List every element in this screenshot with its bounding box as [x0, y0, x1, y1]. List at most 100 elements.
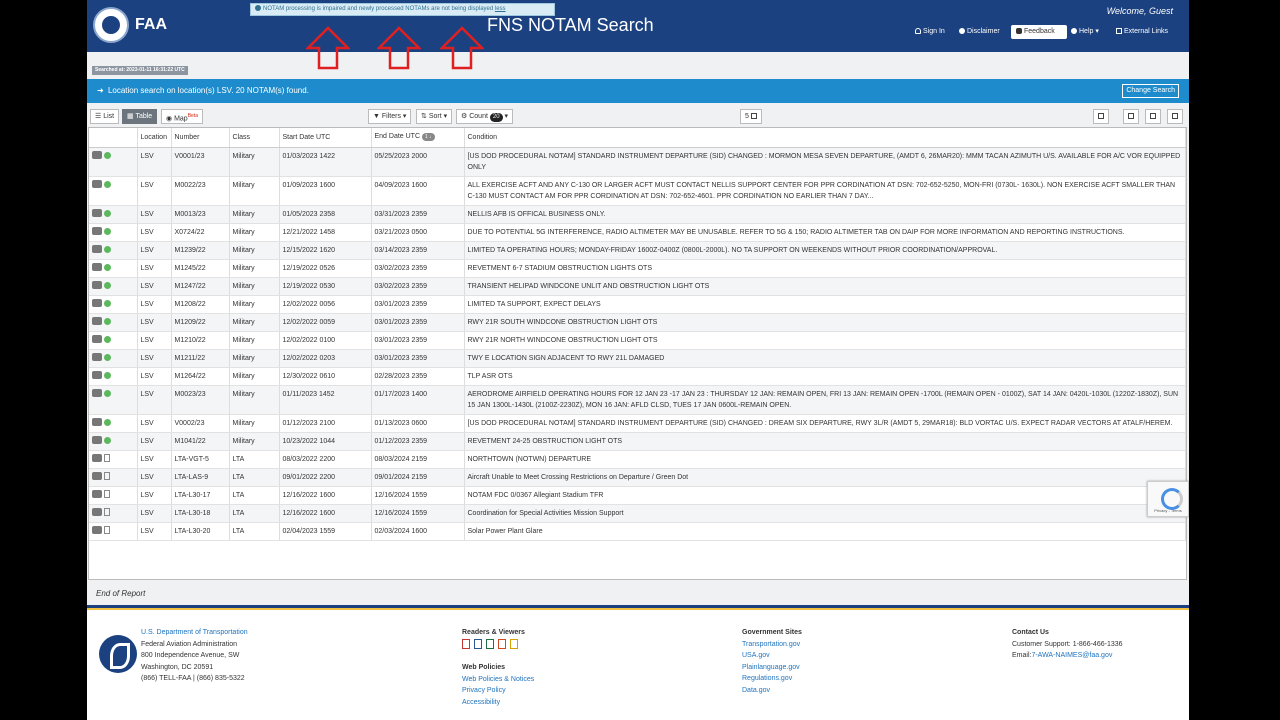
file-icon[interactable]	[104, 471, 110, 480]
status-dot-icon[interactable]	[104, 389, 111, 397]
privacy-policy-link[interactable]: Privacy Policy	[462, 685, 534, 697]
notam-detail-icon[interactable]	[92, 179, 102, 188]
table-row[interactable]: LSV M1247/22 Military 12/19/2022 0530 03/02/…	[89, 277, 1186, 296]
transportation-gov-link[interactable]: Transportation.gov	[742, 639, 802, 651]
file-icon[interactable]	[104, 507, 110, 516]
data-gov-link[interactable]: Data.gov	[742, 685, 802, 697]
page-count-button[interactable]: 5	[740, 109, 762, 124]
status-dot-icon[interactable]	[104, 180, 111, 188]
table-view-button[interactable]: ▦ Table	[122, 109, 158, 124]
disclaimer-link[interactable]: Disclaimer	[959, 25, 1000, 39]
status-dot-icon[interactable]	[104, 335, 111, 343]
email-link[interactable]: 7-AWA-NAIMES@faa.gov	[1031, 652, 1112, 659]
table-row[interactable]: LSV M1239/22 Military 12/15/2022 1620 03/14/…	[89, 241, 1186, 260]
table-row[interactable]: LSV LTA-L30-18 LTA 12/16/2022 1600 12/16/202…	[89, 504, 1186, 523]
file-icon[interactable]	[104, 453, 110, 462]
notam-detail-icon[interactable]	[92, 316, 102, 325]
faa-seal-icon[interactable]	[93, 7, 129, 43]
table-row[interactable]: LSV LTA-LAS-9 LTA 09/01/2022 2200 09/01/2024…	[89, 468, 1186, 487]
change-search-button[interactable]: Change Search	[1122, 84, 1179, 98]
status-dot-icon[interactable]	[104, 209, 111, 217]
table-row[interactable]: LSV V0001/23 Military 01/03/2023 1422 05/25/…	[89, 147, 1186, 177]
status-dot-icon[interactable]	[104, 436, 111, 444]
notam-detail-icon[interactable]	[92, 507, 102, 516]
status-dot-icon[interactable]	[104, 317, 111, 325]
notam-detail-icon[interactable]	[92, 244, 102, 253]
notam-detail-icon[interactable]	[92, 370, 102, 379]
notam-detail-icon[interactable]	[92, 525, 102, 534]
alert-less-link[interactable]: less	[495, 6, 506, 12]
status-dot-icon[interactable]	[104, 227, 111, 235]
table-row[interactable]: LSV LTA-L30-20 LTA 02/04/2023 1559 02/03/202…	[89, 522, 1186, 541]
powerpoint-viewer-icon[interactable]	[498, 638, 506, 649]
notam-detail-icon[interactable]	[92, 298, 102, 307]
accessibility-link[interactable]: Accessibility	[462, 697, 534, 709]
dot-link[interactable]: U.S. Department of Transportation	[141, 627, 248, 639]
notam-detail-icon[interactable]	[92, 417, 102, 426]
sort-dropdown[interactable]: ⇅ Sort ▾	[416, 109, 453, 124]
recaptcha-badge[interactable]: Privacy - Terms	[1147, 481, 1189, 517]
pdf-reader-icon[interactable]	[462, 638, 470, 649]
plainlanguage-gov-link[interactable]: Plainlanguage.gov	[742, 662, 802, 674]
notam-detail-icon[interactable]	[92, 435, 102, 444]
col-header-location[interactable]: Location	[137, 128, 172, 148]
export-pdf-button[interactable]	[1093, 109, 1109, 124]
help-menu[interactable]: Help ▾	[1071, 25, 1099, 39]
copy-button[interactable]	[1123, 109, 1139, 124]
notam-detail-icon[interactable]	[92, 489, 102, 498]
col-header-number[interactable]: Number	[171, 128, 230, 148]
table-row[interactable]: LSV M1041/22 Military 10/23/2022 1044 01/12/…	[89, 432, 1186, 451]
table-row[interactable]: LSV M1209/22 Military 12/02/2022 0059 03/01/…	[89, 313, 1186, 332]
external-links-link[interactable]: External Links	[1116, 25, 1168, 39]
col-header-class[interactable]: Class	[229, 128, 280, 148]
table-row[interactable]: LSV LTA-L30-17 LTA 12/16/2022 1600 12/16/202…	[89, 486, 1186, 505]
status-dot-icon[interactable]	[104, 281, 111, 289]
web-policies-link[interactable]: Web Policies & Notices	[462, 674, 534, 686]
table-row[interactable]: LSV M0023/23 Military 01/11/2023 1452 01/17/…	[89, 385, 1186, 415]
table-row[interactable]: LSV X0724/22 Military 12/21/2022 1458 03/21/…	[89, 223, 1186, 242]
file-icon[interactable]	[104, 525, 110, 534]
notam-detail-icon[interactable]	[92, 226, 102, 235]
notam-detail-icon[interactable]	[92, 453, 102, 462]
list-view-button[interactable]: ☰ List	[90, 109, 120, 124]
feedback-button[interactable]: Feedback	[1011, 25, 1067, 39]
text-viewer-icon[interactable]	[510, 638, 518, 649]
notam-detail-icon[interactable]	[92, 352, 102, 361]
table-row[interactable]: LSV M0013/23 Military 01/05/2023 2358 03/31/…	[89, 205, 1186, 224]
sign-in-link[interactable]: Sign In	[915, 25, 945, 39]
table-row[interactable]: LSV M0022/23 Military 01/09/2023 1600 04/09/…	[89, 176, 1186, 206]
status-dot-icon[interactable]	[104, 151, 111, 159]
col-header-condition[interactable]: Condition	[464, 128, 1186, 148]
word-viewer-icon[interactable]	[474, 638, 482, 649]
notam-detail-icon[interactable]	[92, 262, 102, 271]
col-header-start-date[interactable]: Start Date UTC	[279, 128, 372, 148]
print-button[interactable]	[1167, 109, 1183, 124]
usa-gov-link[interactable]: USA.gov	[742, 650, 802, 662]
status-dot-icon[interactable]	[104, 418, 111, 426]
status-dot-icon[interactable]	[104, 299, 111, 307]
regulations-gov-link[interactable]: Regulations.gov	[742, 673, 802, 685]
status-dot-icon[interactable]	[104, 245, 111, 253]
count-dropdown[interactable]: ⚙ Count 20 ▾	[456, 109, 514, 124]
duplicate-button[interactable]	[1145, 109, 1161, 124]
filters-dropdown[interactable]: ▼ Filters ▾	[368, 109, 412, 124]
notam-detail-icon[interactable]	[92, 334, 102, 343]
table-row[interactable]: LSV M1211/22 Military 12/02/2022 0203 03/01/…	[89, 349, 1186, 368]
map-view-button[interactable]: ◉ MapBeta	[161, 109, 203, 124]
notam-detail-icon[interactable]	[92, 388, 102, 397]
status-dot-icon[interactable]	[104, 371, 111, 379]
notam-detail-icon[interactable]	[92, 280, 102, 289]
col-header-end-date[interactable]: End Date UTC 1 ↓	[371, 128, 465, 148]
brand-name[interactable]: FAA	[135, 16, 167, 34]
table-row[interactable]: LSV LTA-VGT-5 LTA 08/03/2022 2200 08/03/2024…	[89, 450, 1186, 469]
status-dot-icon[interactable]	[104, 263, 111, 271]
table-row[interactable]: LSV V0002/23 Military 01/12/2023 2100 01/13/…	[89, 414, 1186, 433]
notam-detail-icon[interactable]	[92, 150, 102, 159]
table-row[interactable]: LSV M1264/22 Military 12/30/2022 0610 02/28/…	[89, 367, 1186, 386]
notam-detail-icon[interactable]	[92, 471, 102, 480]
table-row[interactable]: LSV M1245/22 Military 12/19/2022 0526 03/02/…	[89, 259, 1186, 278]
excel-viewer-icon[interactable]	[486, 638, 494, 649]
status-dot-icon[interactable]	[104, 353, 111, 361]
file-icon[interactable]	[104, 489, 110, 498]
dot-logo-icon[interactable]	[99, 635, 137, 673]
